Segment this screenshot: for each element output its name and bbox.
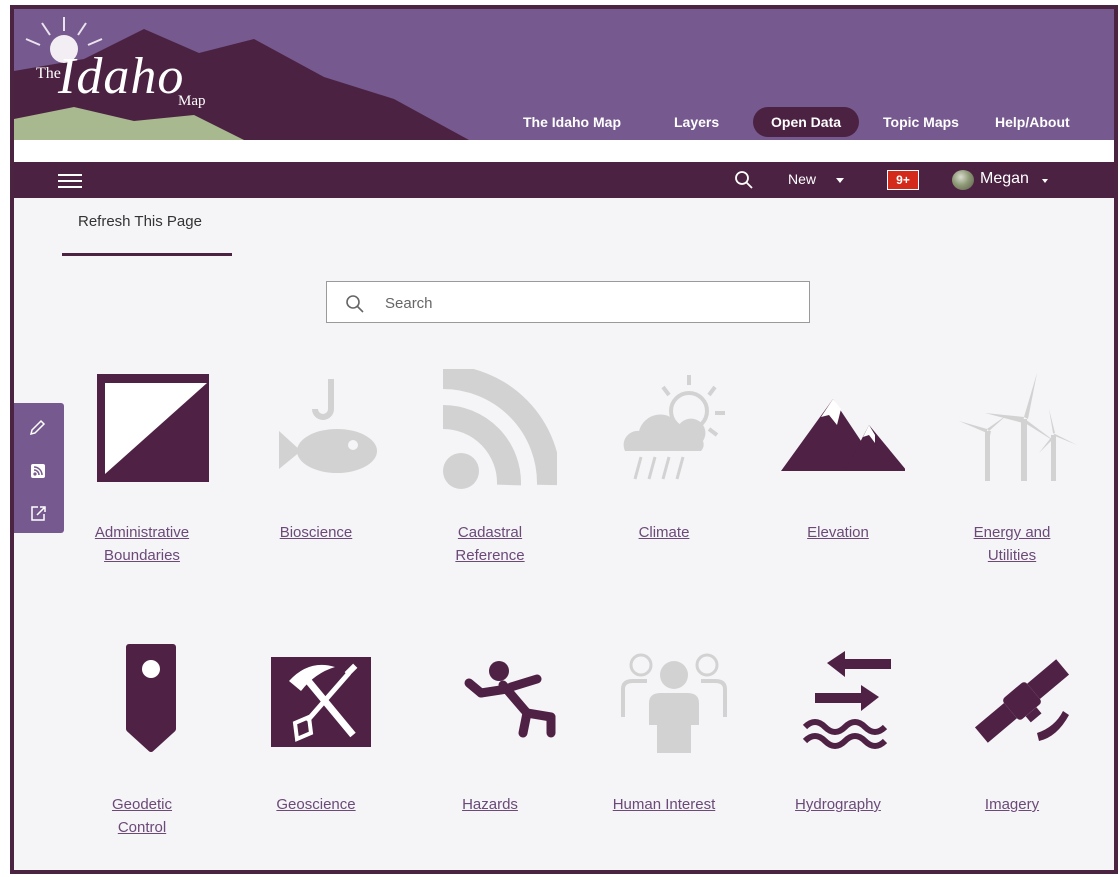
- category-label: Geodetic Control: [111, 796, 173, 836]
- logo-map-text: Map: [178, 93, 206, 109]
- chevron-down-icon: [836, 178, 844, 183]
- category-label: Human Interest: [612, 796, 716, 813]
- category-energy-and-utilities[interactable]: Energy and Utilities: [925, 369, 1099, 569]
- logo-idaho-text: Idaho: [58, 48, 185, 105]
- tab-refresh-this-page[interactable]: Refresh This Page: [62, 213, 232, 253]
- category-elevation[interactable]: Elevation: [751, 369, 925, 569]
- arrows-waves-icon: [802, 651, 891, 749]
- category-label: Administrative Boundaries: [94, 524, 190, 564]
- category-imagery[interactable]: Imagery: [925, 641, 1099, 841]
- category-administrative-boundaries[interactable]: Administrative Boundaries: [55, 369, 229, 569]
- category-label: Energy and Utilities: [973, 524, 1051, 564]
- category-human-interest[interactable]: Human Interest: [577, 641, 751, 841]
- banner-divider: [14, 140, 1114, 162]
- rss-icon[interactable]: [28, 461, 48, 481]
- falling-person-icon: [464, 661, 556, 738]
- site-banner: The Idaho Map The Idaho Map Layers Open …: [14, 9, 1114, 140]
- toolbar: New 9+ Megan: [14, 162, 1114, 198]
- pencil-icon[interactable]: [28, 417, 48, 437]
- marker-pin-icon: [126, 644, 176, 752]
- nav-help-about[interactable]: Help/About: [995, 107, 1070, 137]
- satellite-icon: [974, 659, 1070, 743]
- category-label: Bioscience: [279, 524, 353, 541]
- search-box: [326, 281, 810, 323]
- category-label: Climate: [638, 524, 690, 541]
- category-label: Elevation: [807, 524, 869, 541]
- new-menu-button[interactable]: New: [788, 171, 816, 187]
- category-label: Hazards: [462, 796, 518, 813]
- category-bioscience[interactable]: Bioscience: [229, 369, 403, 569]
- tab-active-indicator: [62, 253, 232, 256]
- search-icon: [346, 295, 364, 313]
- user-menu-button[interactable]: Megan: [980, 170, 1029, 188]
- notifications-badge[interactable]: 9+: [887, 170, 919, 190]
- nav-open-data[interactable]: Open Data: [753, 107, 860, 137]
- mountains-icon: [781, 399, 905, 471]
- category-climate[interactable]: Climate: [577, 369, 751, 569]
- category-label: Geoscience: [276, 796, 356, 813]
- nav-topic-maps[interactable]: Topic Maps: [883, 107, 959, 137]
- category-geodetic-control[interactable]: Geodetic Control: [55, 641, 229, 841]
- wind-turbines-icon: [959, 373, 1077, 481]
- nav-the-idaho-map[interactable]: The Idaho Map: [523, 107, 621, 137]
- search-icon[interactable]: [734, 170, 754, 190]
- boundary-square-icon: [97, 374, 209, 482]
- rss-arcs-icon: [442, 369, 557, 489]
- category-label: Hydrography: [795, 796, 881, 813]
- category-cadastral-reference[interactable]: Cadastral Reference: [403, 369, 577, 569]
- category-label: Cadastral Reference: [455, 524, 525, 564]
- app-window: The Idaho Map The Idaho Map Layers Open …: [10, 5, 1118, 874]
- hamburger-menu-icon[interactable]: [58, 170, 82, 190]
- category-label: Imagery: [984, 796, 1040, 813]
- avatar[interactable]: [952, 170, 974, 190]
- people-group-icon: [621, 653, 727, 753]
- pickaxe-shovel-icon: [271, 657, 371, 747]
- share-icon[interactable]: [28, 503, 48, 523]
- sun-cloud-rain-icon: [623, 375, 725, 480]
- category-geoscience[interactable]: Geoscience: [229, 641, 403, 841]
- fish-hook-icon: [279, 379, 377, 473]
- category-hazards[interactable]: Hazards: [403, 641, 577, 841]
- search-input[interactable]: [383, 290, 787, 316]
- nav-layers[interactable]: Layers: [674, 107, 719, 137]
- chevron-down-icon: [1042, 179, 1048, 183]
- category-hydrography[interactable]: Hydrography: [751, 641, 925, 841]
